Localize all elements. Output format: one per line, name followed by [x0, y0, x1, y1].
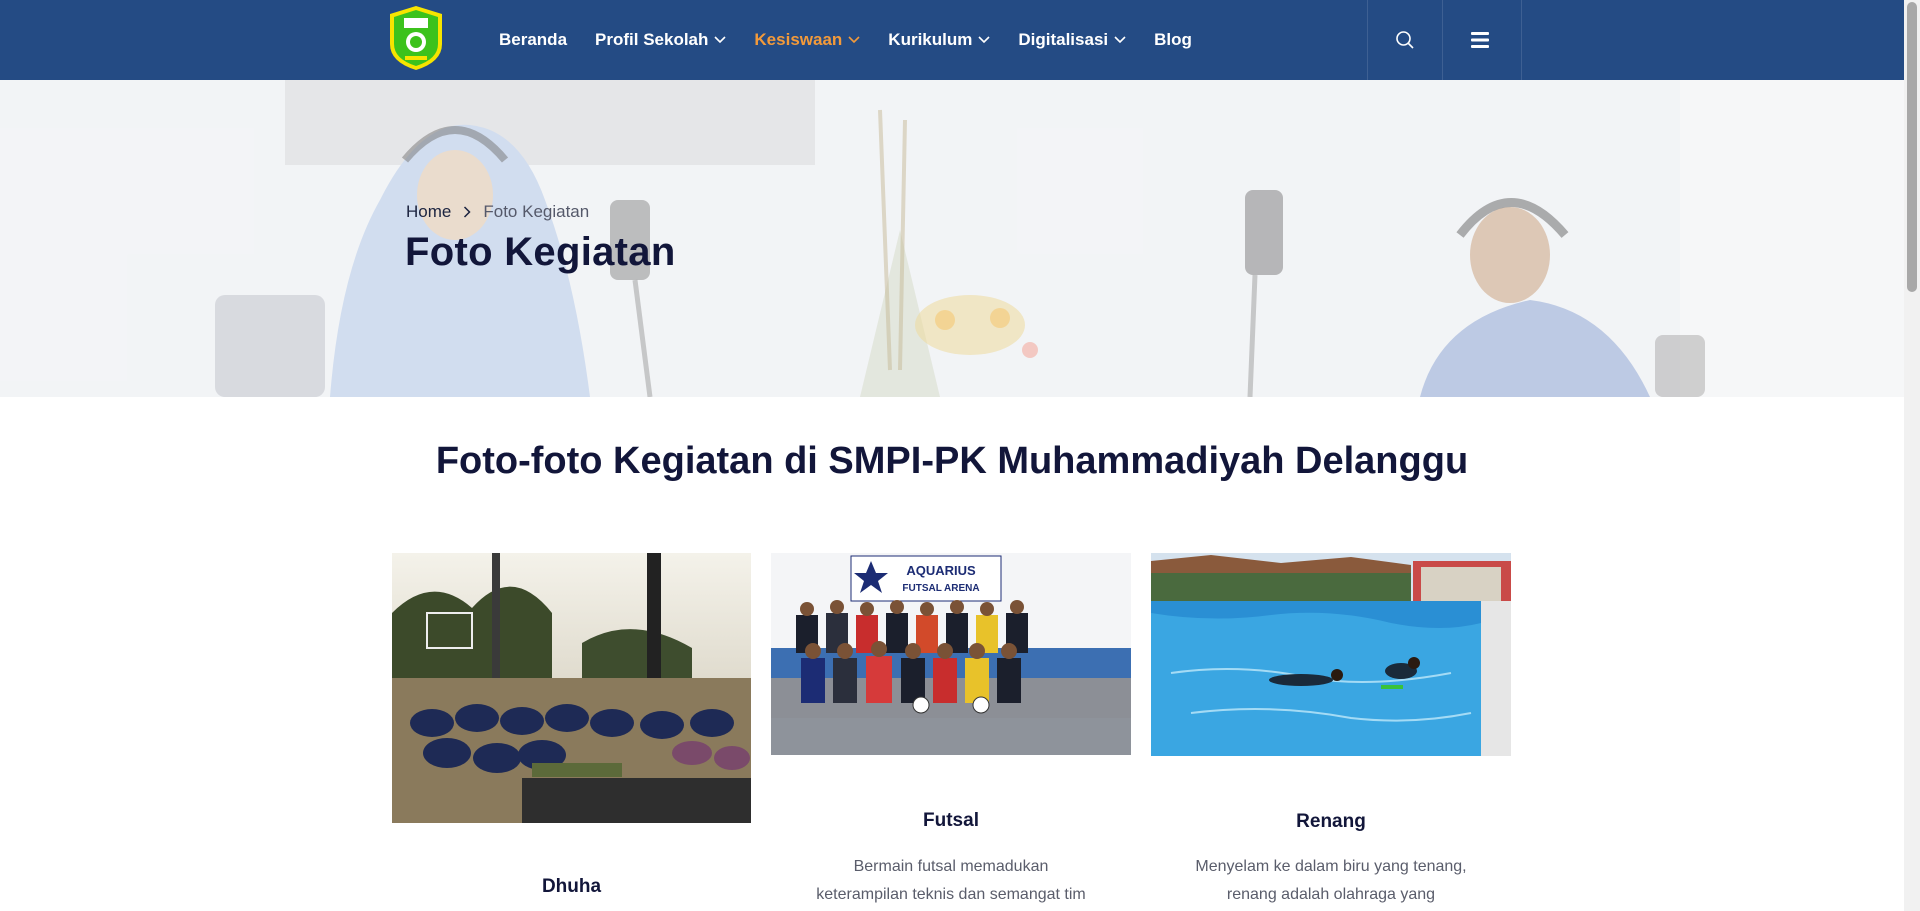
- gallery-card-renang[interactable]: Renang Menyelam ke dalam biru yang tenan…: [1151, 553, 1511, 911]
- nav-kurikulum[interactable]: Kurikulum: [888, 30, 990, 50]
- nav-kesiswaan-label: Kesiswaan: [754, 30, 843, 49]
- page-title: Foto Kegiatan: [405, 230, 676, 274]
- breadcrumb: Home Foto Kegiatan: [406, 202, 589, 222]
- card-title: Futsal: [923, 810, 979, 831]
- breadcrumb-current: Foto Kegiatan: [483, 202, 590, 221]
- card-desc-line: keterampilan teknis dan semangat tim: [816, 886, 1086, 903]
- card-title: Renang: [1296, 811, 1366, 832]
- nav-profil-sekolah-label: Profil Sekolah: [595, 30, 709, 49]
- card-desc-line: Menyelam ke dalam biru yang tenang,: [1195, 858, 1467, 875]
- scrollbar-thumb[interactable]: [1907, 2, 1917, 292]
- nav-profil-sekolah[interactable]: Profil Sekolah: [595, 30, 726, 50]
- nav-kesiswaan[interactable]: Kesiswaan: [754, 30, 860, 50]
- nav-digitalisasi[interactable]: Digitalisasi: [1018, 30, 1126, 50]
- page-scrollbar[interactable]: [1904, 0, 1920, 911]
- hero-overlay: [0, 80, 1904, 397]
- renang-image: [1151, 553, 1511, 756]
- breadcrumb-home-link[interactable]: Home: [406, 202, 451, 222]
- gallery-card-futsal[interactable]: AQUARIUS FUTSAL ARENA Futsal Bermain fut…: [771, 553, 1131, 911]
- card-description: Menyelam ke dalam biru yang tenang, rena…: [1151, 853, 1511, 909]
- search-button[interactable]: [1368, 0, 1442, 80]
- school-crest-logo[interactable]: [386, 4, 446, 72]
- search-icon: [1396, 31, 1414, 49]
- card-description: Bermain futsal memadukan keterampilan te…: [771, 853, 1131, 909]
- dhuha-image: [392, 553, 751, 823]
- chevron-down-icon: [1114, 36, 1126, 44]
- card-desc-line: renang adalah olahraga yang: [1226, 886, 1436, 903]
- renang-photo[interactable]: [1151, 553, 1511, 756]
- header-divider: [1521, 0, 1522, 80]
- chevron-down-icon: [848, 36, 860, 44]
- futsal-image: AQUARIUS FUTSAL ARENA: [771, 553, 1131, 755]
- gallery-card-dhuha[interactable]: Dhuha: [392, 553, 751, 911]
- futsal-photo[interactable]: AQUARIUS FUTSAL ARENA: [771, 553, 1131, 755]
- chevron-right-icon: [464, 206, 471, 218]
- nav-digitalisasi-label: Digitalisasi: [1018, 30, 1109, 49]
- futsal-banner-line2: FUTSAL ARENA: [902, 583, 979, 594]
- nav-blog[interactable]: Blog: [1154, 30, 1192, 50]
- nav-beranda[interactable]: Beranda: [499, 30, 567, 50]
- menu-button[interactable]: [1443, 0, 1517, 80]
- nav-blog-label: Blog: [1154, 30, 1192, 49]
- site-header: Beranda Profil Sekolah Kesiswaan Kurikul…: [0, 0, 1904, 80]
- hamburger-menu-icon: [1471, 32, 1489, 48]
- futsal-banner-line1: AQUARIUS: [906, 563, 976, 578]
- page-hero-banner: Home Foto Kegiatan Foto Kegiatan: [0, 80, 1904, 397]
- section-title: Foto-foto Kegiatan di SMPI-PK Muhammadiy…: [435, 440, 1469, 482]
- chevron-down-icon: [978, 36, 990, 44]
- main-nav: Beranda Profil Sekolah Kesiswaan Kurikul…: [499, 0, 1220, 80]
- card-title: Dhuha: [541, 876, 602, 897]
- card-desc-line: Bermain futsal memadukan: [853, 858, 1049, 875]
- dhuha-photo[interactable]: [392, 553, 751, 823]
- nav-beranda-label: Beranda: [499, 30, 568, 49]
- nav-kurikulum-label: Kurikulum: [888, 30, 973, 49]
- chevron-down-icon: [714, 36, 726, 44]
